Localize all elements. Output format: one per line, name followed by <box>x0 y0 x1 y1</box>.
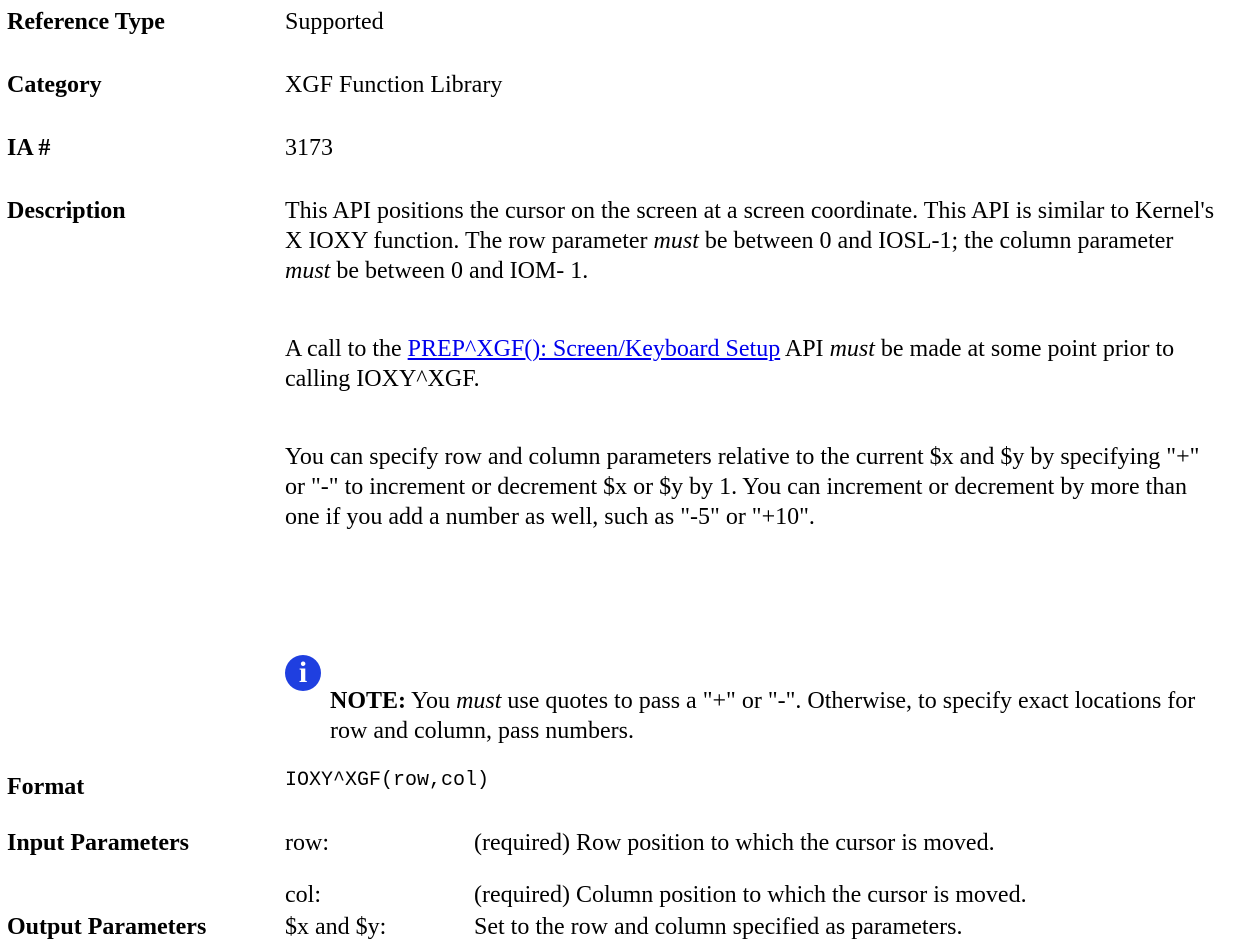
desc-p2-must: must <box>829 336 875 362</box>
output-parameters-label: Output Parameters <box>7 914 207 940</box>
desc-p1-text-c: be between 0 and IOM- 1. <box>330 258 589 284</box>
reference-type-value: Supported <box>285 9 384 35</box>
note-text-a: You <box>406 688 457 714</box>
note-label: NOTE: <box>330 688 407 714</box>
description-paragraph-3: You can specify row and column parameter… <box>285 444 1200 530</box>
format-label: Format <box>7 774 85 800</box>
input-param-name: col: <box>285 882 321 908</box>
description-paragraph-1: This API positions the cursor on the scr… <box>285 196 1215 286</box>
output-param-desc: Set to the row and column specified as p… <box>474 914 963 940</box>
note-text: NOTE: You must use quotes to pass a "+" … <box>330 686 1210 746</box>
desc-p1-text-b: be between 0 and IOSL-1; the column para… <box>698 228 1174 254</box>
description-paragraph-2: A call to the PREP^XGF(): Screen/Keyboar… <box>285 334 1215 394</box>
prep-xgf-link[interactable]: PREP^XGF(): Screen/Keyboard Setup <box>408 336 781 362</box>
input-param-name: row: <box>285 830 329 856</box>
description-label: Description <box>7 198 126 224</box>
input-param-desc: (required) Row position to which the cur… <box>474 830 995 856</box>
desc-p2-text-b: API <box>780 336 830 362</box>
info-icon: i <box>285 655 321 691</box>
ia-label: IA # <box>7 135 51 161</box>
input-param-desc: (required) Column position to which the … <box>474 882 1027 908</box>
output-param-name: $x and $y: <box>285 914 387 940</box>
desc-p1-must-1: must <box>653 228 699 254</box>
desc-p2-text-a: A call to the <box>285 336 408 362</box>
input-parameters-label: Input Parameters <box>7 830 189 856</box>
desc-p1-must-2: must <box>285 258 331 284</box>
note-must: must <box>456 688 502 714</box>
ia-value: 3173 <box>285 135 333 161</box>
category-label: Category <box>7 72 102 98</box>
category-value: XGF Function Library <box>285 72 503 98</box>
format-value: IOXY^XGF(row,col) <box>285 769 490 792</box>
reference-type-label: Reference Type <box>7 9 165 35</box>
